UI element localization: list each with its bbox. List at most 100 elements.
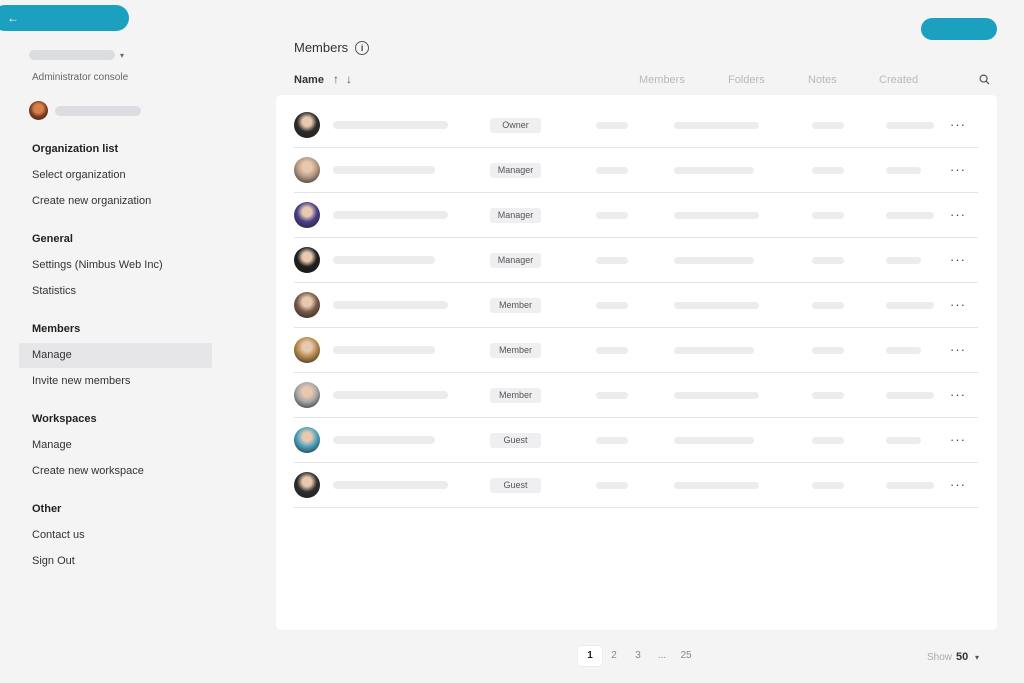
page-title-wrapper: Members i <box>294 40 370 55</box>
info-icon[interactable]: i <box>355 40 370 55</box>
table-row[interactable]: Member ··· <box>294 283 978 328</box>
section-title-other: Other <box>32 503 62 515</box>
created-placeholder <box>886 346 921 354</box>
more-options-icon[interactable]: ··· <box>949 388 967 401</box>
more-options-icon[interactable]: ··· <box>949 478 967 491</box>
created-placeholder <box>886 211 934 219</box>
role-badge: Guest <box>490 432 541 448</box>
member-name-placeholder <box>333 346 435 354</box>
created-placeholder <box>886 256 921 264</box>
column-header-name[interactable]: Name <box>294 74 324 86</box>
role-badge: Manager <box>490 252 541 268</box>
column-header-created[interactable]: Created <box>879 74 918 86</box>
members-count-placeholder <box>596 166 628 174</box>
column-header-notes[interactable]: Notes <box>808 74 837 86</box>
role-badge: Guest <box>490 477 541 493</box>
avatar <box>294 292 320 318</box>
folders-placeholder <box>674 436 754 444</box>
sidebar-item-invite-members[interactable]: Invite new members <box>19 369 212 394</box>
members-count-placeholder <box>596 436 628 444</box>
notes-placeholder <box>812 481 844 489</box>
table-row[interactable]: Owner ··· <box>294 103 978 148</box>
table-row[interactable]: Manager ··· <box>294 193 978 238</box>
table-row[interactable]: Manager ··· <box>294 238 978 283</box>
column-header-folders[interactable]: Folders <box>728 74 765 86</box>
members-count-placeholder <box>596 346 628 354</box>
folders-placeholder <box>674 256 754 264</box>
sidebar-item-contact-us[interactable]: Contact us <box>19 523 212 548</box>
section-title-general: General <box>32 233 73 245</box>
sidebar-item-statistics[interactable]: Statistics <box>19 279 212 304</box>
page-1-button[interactable]: 1 <box>578 646 602 666</box>
admin-console-label: Administrator console <box>32 72 129 83</box>
role-badge: Member <box>490 297 541 313</box>
sidebar-item-select-organization[interactable]: Select organization <box>19 163 212 188</box>
member-name-placeholder <box>333 121 448 129</box>
back-button[interactable]: ← <box>0 5 129 31</box>
more-options-icon[interactable]: ··· <box>949 208 967 221</box>
table-row[interactable]: Guest ··· <box>294 463 978 508</box>
page-size-select[interactable]: 50 <box>956 651 968 663</box>
page-25-button[interactable]: 25 <box>674 646 698 666</box>
folders-placeholder <box>674 166 754 174</box>
arrow-left-icon: ← <box>7 11 19 25</box>
created-placeholder <box>886 391 934 399</box>
notes-placeholder <box>812 256 844 264</box>
members-count-placeholder <box>596 211 628 219</box>
sidebar-item-create-workspace[interactable]: Create new workspace <box>19 459 212 484</box>
chevron-down-icon: ▾ <box>120 50 125 60</box>
avatar <box>294 472 320 498</box>
current-user[interactable] <box>29 101 141 120</box>
member-name-placeholder <box>333 211 448 219</box>
member-name-placeholder <box>333 166 435 174</box>
table-row[interactable]: Member ··· <box>294 373 978 418</box>
sidebar-item-workspaces-manage[interactable]: Manage <box>19 433 212 458</box>
page-title: Members <box>294 40 349 55</box>
sidebar-item-sign-out[interactable]: Sign Out <box>19 549 212 574</box>
sort-ascending-icon[interactable]: ↑ <box>333 72 339 86</box>
notes-placeholder <box>812 121 844 129</box>
table-row[interactable]: Guest ··· <box>294 418 978 463</box>
sidebar-item-settings[interactable]: Settings (Nimbus Web Inc) <box>19 253 212 278</box>
members-count-placeholder <box>596 481 628 489</box>
more-options-icon[interactable]: ··· <box>949 253 967 266</box>
sort-descending-icon[interactable]: ↓ <box>346 72 352 86</box>
role-badge: Owner <box>490 117 541 133</box>
more-options-icon[interactable]: ··· <box>949 118 967 131</box>
section-title-members: Members <box>32 323 81 335</box>
table-row[interactable]: Manager ··· <box>294 148 978 193</box>
chevron-down-icon[interactable]: ▾ <box>975 653 979 662</box>
page-2-button[interactable]: 2 <box>602 646 626 666</box>
folders-placeholder <box>674 121 759 129</box>
avatar <box>294 337 320 363</box>
folders-placeholder <box>674 211 759 219</box>
column-header-members[interactable]: Members <box>639 74 685 86</box>
more-options-icon[interactable]: ··· <box>949 343 967 356</box>
table-row[interactable]: Member ··· <box>294 328 978 373</box>
created-placeholder <box>886 301 934 309</box>
page-3-button[interactable]: 3 <box>626 646 650 666</box>
page-size-label: Show <box>927 652 953 663</box>
organization-switcher[interactable]: ▾ <box>29 50 124 60</box>
avatar <box>294 202 320 228</box>
organization-name-placeholder <box>29 50 115 60</box>
avatar <box>294 157 320 183</box>
notes-placeholder <box>812 211 844 219</box>
member-name-placeholder <box>333 391 448 399</box>
notes-placeholder <box>812 301 844 309</box>
avatar <box>29 101 48 120</box>
more-options-icon[interactable]: ··· <box>949 298 967 311</box>
members-count-placeholder <box>596 391 628 399</box>
sidebar-item-create-organization[interactable]: Create new organization <box>19 189 212 214</box>
sidebar-item-members-manage[interactable]: Manage <box>19 343 212 368</box>
created-placeholder <box>886 436 921 444</box>
search-icon[interactable] <box>979 74 990 85</box>
sidebar: ← ▾ Administrator console Organization l… <box>0 0 240 683</box>
members-count-placeholder <box>596 301 628 309</box>
role-badge: Manager <box>490 162 541 178</box>
notes-placeholder <box>812 346 844 354</box>
more-options-icon[interactable]: ··· <box>949 163 967 176</box>
role-badge: Member <box>490 342 541 358</box>
primary-action-button[interactable] <box>921 18 997 40</box>
more-options-icon[interactable]: ··· <box>949 433 967 446</box>
